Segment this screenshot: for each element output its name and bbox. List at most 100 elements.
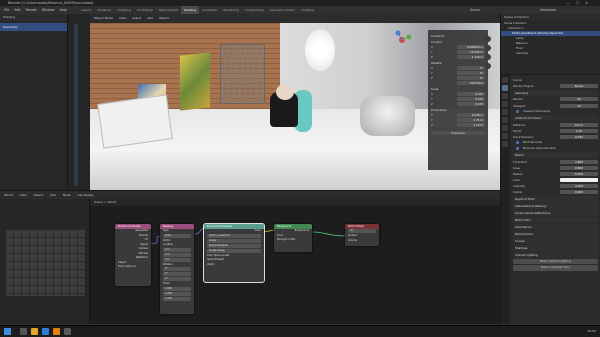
motion-blur-section[interactable]: Motion Blur [513, 216, 598, 223]
tab-geometry-nodes[interactable]: Geometry Nodes [267, 6, 298, 14]
render-tab-icon[interactable] [502, 85, 508, 91]
bake-cubemap-button[interactable]: Bake Cubemap Only [513, 265, 598, 271]
background-strength-field[interactable]: 1.000 [288, 238, 295, 241]
maximize-button[interactable]: ▢ [576, 1, 585, 5]
viewport-samples-field[interactable]: 16 [560, 103, 598, 108]
tab-scripting[interactable]: Scripting [298, 6, 317, 14]
curves-section[interactable]: Curves [513, 237, 598, 244]
tab-texture-paint[interactable]: Texture Paint [156, 6, 181, 14]
blender-icon[interactable] [53, 328, 60, 335]
perspective-toggle-icon[interactable] [485, 63, 491, 69]
rotation-mode-dropdown[interactable]: XYZ Euler [457, 81, 485, 85]
dimensions-x-field[interactable]: 0.138 m [457, 113, 485, 117]
modifier-tab-icon[interactable] [502, 133, 508, 139]
tab-rendering[interactable]: Rendering [220, 6, 241, 14]
node-menu-view[interactable]: View [20, 193, 27, 197]
view-layer-selector[interactable]: ViewLayer [540, 6, 556, 14]
camera-view-icon[interactable] [485, 54, 491, 60]
file-browser-item[interactable]: Geometry [0, 23, 67, 31]
tab-modeling[interactable]: Modeling [94, 6, 114, 14]
object-mode-dropdown[interactable]: Object Mode [94, 16, 113, 20]
mapping-type-dropdown[interactable]: Point [163, 233, 191, 238]
ao-distance-field[interactable]: 0.2 m [560, 122, 598, 127]
world-tab-icon[interactable] [502, 117, 508, 123]
viewport-denoising-checkbox[interactable]: Viewport Denoising [513, 109, 598, 115]
menu-window[interactable]: Window [42, 8, 55, 12]
scale-y-field[interactable]: 0.472 [457, 97, 485, 101]
env-colorspace-dropdown[interactable]: Linear [222, 254, 229, 257]
file-explorer-icon[interactable] [31, 328, 38, 335]
close-button[interactable]: ✕ [585, 1, 594, 5]
tab-animation[interactable]: Animation [199, 6, 220, 14]
bloom-clamp-field[interactable]: 0.000 [560, 190, 598, 195]
dimensions-y-field[interactable]: 2.74 m [457, 118, 485, 122]
render-samples-field[interactable]: 64 [560, 97, 598, 102]
menu-file[interactable]: File [4, 8, 9, 12]
env-source-dropdown[interactable]: Single Image [207, 248, 261, 253]
bake-indirect-lighting-button[interactable]: Bake Indirect Lighting [513, 258, 598, 265]
node-menu-add[interactable]: Add [50, 193, 56, 197]
menu-help[interactable]: Help [60, 8, 67, 12]
scene-selector[interactable]: Scene [470, 6, 480, 14]
location-z-field[interactable]: -1.118 m [457, 55, 485, 59]
node-menu-node[interactable]: Node [63, 193, 71, 197]
ao-factor-field[interactable]: 1.00 [560, 128, 598, 133]
scene-tab-icon[interactable] [502, 109, 508, 115]
search-icon[interactable] [20, 328, 27, 335]
bloom-intensity-field[interactable]: 0.050 [560, 183, 598, 188]
subsurface-section[interactable]: Subsurface Scattering [513, 202, 598, 209]
output-tab-icon[interactable] [502, 93, 508, 99]
tab-layout[interactable]: Layout [78, 6, 94, 14]
node-texture-coordinate[interactable]: Texture Coordinate Generated Normal UV O… [115, 224, 151, 286]
navigation-gizmo-icon[interactable] [390, 28, 414, 52]
edge-icon[interactable] [42, 328, 49, 335]
env-projection-dropdown[interactable]: Equirectangular [207, 243, 261, 248]
performance-section[interactable]: Performance [513, 230, 598, 237]
use-nodes-checkbox[interactable]: Use Nodes [78, 193, 94, 197]
breadcrumb-scene[interactable]: Scene [94, 200, 103, 204]
breadcrumb-world[interactable]: World [108, 200, 117, 204]
menu-render[interactable]: Render [26, 8, 37, 12]
rotation-x-field[interactable]: 0° [457, 66, 485, 70]
env-interpolation-dropdown[interactable]: Linear [207, 238, 261, 243]
pan-icon[interactable] [485, 45, 491, 51]
object-tab-icon[interactable] [502, 125, 508, 131]
minimize-button[interactable]: — [567, 1, 576, 5]
ambient-occlusion-section[interactable]: Ambient Occlusion [513, 115, 598, 122]
shadows-section[interactable]: Shadows [513, 244, 598, 251]
bloom-knee-field[interactable]: 0.500 [560, 165, 598, 170]
node-menu-select[interactable]: Select [34, 193, 43, 197]
viewport-menu-add[interactable]: Add [147, 16, 153, 20]
tab-sculpting[interactable]: Sculpting [114, 6, 134, 14]
output-target-dropdown[interactable]: All [348, 229, 376, 233]
ssr-section[interactable]: Screen Space Reflections [513, 209, 598, 216]
indirect-lighting-section[interactable]: Indirect Lighting [513, 251, 598, 258]
properties-button[interactable]: Properties [431, 131, 485, 135]
node-mapping[interactable]: Mapping Type Point Vector Location 0 m 0… [160, 224, 194, 314]
depth-of-field-section[interactable]: Depth of Field [513, 195, 598, 202]
node-canvas[interactable]: Texture Coordinate Generated Normal UV O… [90, 206, 500, 324]
rotation-z-field[interactable]: 0° [457, 76, 485, 80]
render-engine-dropdown[interactable]: Eevee [560, 84, 598, 89]
menu-edit[interactable]: Edit [14, 8, 20, 12]
location-y-field[interactable]: -15.440 m [457, 50, 485, 54]
bounces-approximation-checkbox[interactable]: Bounces Approximation [513, 146, 598, 152]
env-alpha-dropdown[interactable]: Straight [215, 258, 225, 261]
bloom-radius-field[interactable]: 6.500 [560, 171, 598, 176]
scale-x-field[interactable]: 0.472 [457, 92, 485, 96]
tab-compositing[interactable]: Compositing [242, 6, 267, 14]
location-x-field[interactable]: 0.000000 m [457, 45, 485, 49]
sampling-section[interactable]: Sampling [513, 90, 598, 97]
app-icon[interactable] [64, 328, 71, 335]
3d-viewport[interactable]: Object Mode View Select Add Object Trans… [90, 14, 500, 190]
rotation-y-field[interactable]: 0° [457, 71, 485, 75]
node-environment-texture[interactable]: Environment Texture Color dutch_sunset.h… [203, 223, 265, 283]
ao-trace-precision-field[interactable]: 0.250 [560, 134, 598, 139]
world-dropdown[interactable]: World [4, 193, 13, 197]
viewport-menu-select[interactable]: Select [132, 16, 141, 20]
bloom-section[interactable]: Bloom [513, 152, 598, 159]
viewport-menu-object[interactable]: Object [159, 16, 169, 20]
zoom-icon[interactable] [485, 36, 491, 42]
volumetrics-section[interactable]: Volumetrics [513, 223, 598, 230]
tool-tab-icon[interactable] [502, 77, 508, 83]
